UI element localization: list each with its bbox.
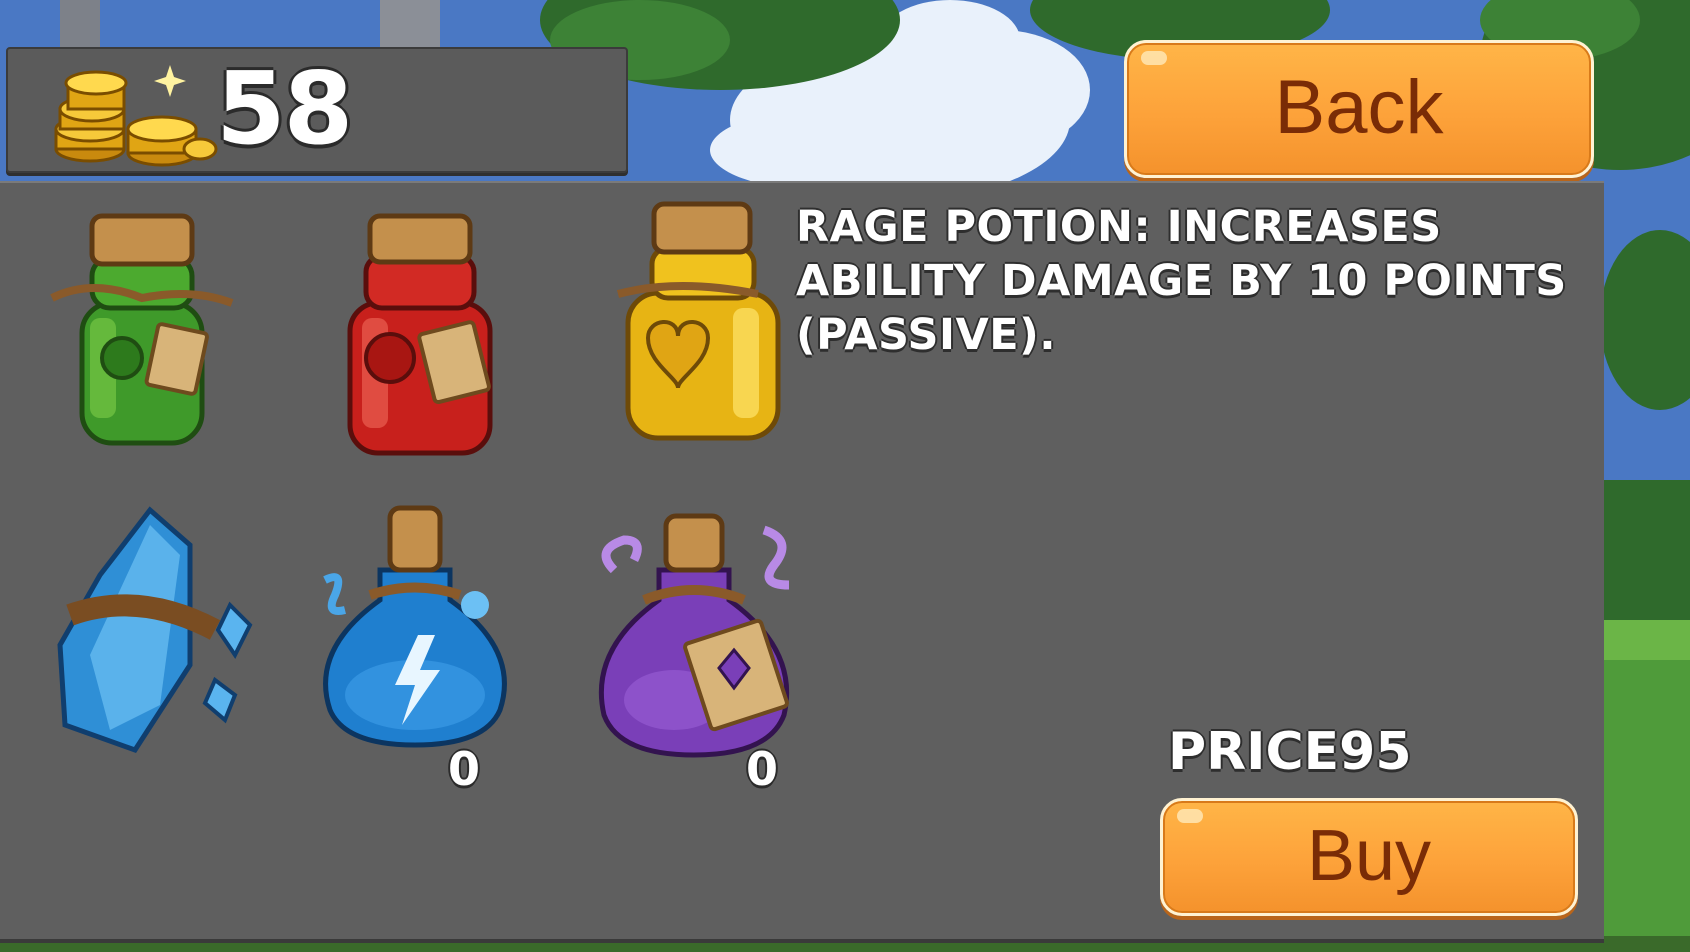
purple-potion-quantity: 0 <box>746 742 779 796</box>
gold-coins-icon <box>54 65 218 167</box>
ice-crystal-icon <box>57 506 253 754</box>
shop-item-red-potion[interactable] <box>300 208 530 458</box>
mana-potion-quantity: 0 <box>448 742 481 796</box>
shop-item-green-potion[interactable] <box>22 208 252 458</box>
red-potion-icon <box>347 213 493 456</box>
item-description: RAGE POTION: INCREASES ABILITY DAMAGE BY… <box>796 202 1567 360</box>
shop-item-purple-potion[interactable] <box>584 510 814 760</box>
buy-button[interactable]: Buy <box>1160 798 1578 916</box>
blue-lightning-potion-icon <box>323 505 507 748</box>
coin-count: 58 <box>216 50 353 167</box>
purple-potion-icon <box>598 513 790 758</box>
coin-counter: 58 <box>6 47 628 173</box>
shop-item-ice-crystal[interactable] <box>40 505 270 755</box>
item-price: PRICE95 <box>1168 722 1412 782</box>
shop-item-rage-potion[interactable] <box>578 198 808 448</box>
shop-item-mana-potion[interactable] <box>300 500 530 750</box>
green-potion-icon <box>50 213 234 446</box>
back-button[interactable]: Back <box>1124 40 1594 178</box>
yellow-potion-icon <box>616 201 781 441</box>
